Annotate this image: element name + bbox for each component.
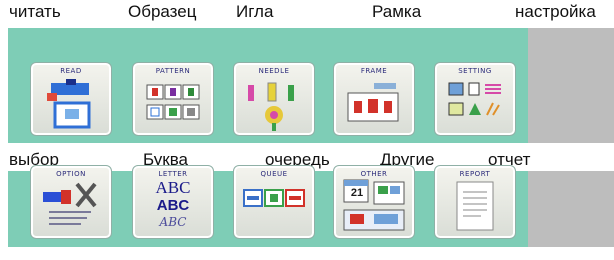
queue-icon bbox=[243, 189, 305, 207]
side-panel-bottom bbox=[528, 171, 614, 247]
read-icon bbox=[47, 79, 91, 129]
other-icon bbox=[343, 179, 405, 231]
option-icon bbox=[43, 182, 97, 225]
pattern-icon bbox=[146, 84, 200, 120]
read-button[interactable]: READ bbox=[30, 62, 112, 136]
other-calendar-number: 21 bbox=[350, 187, 364, 199]
pattern-button[interactable]: PATTERN bbox=[132, 62, 214, 136]
bottom-button-panel: OPTION LETTER ABC ABC ABC QUEUE OTHER 21… bbox=[8, 165, 528, 247]
queue-button[interactable]: QUEUE bbox=[233, 165, 315, 239]
letter-glyphs-line-3: ABC bbox=[159, 215, 187, 229]
letter-glyphs-line-2: ABC bbox=[156, 197, 190, 214]
caption-pattern: Образец bbox=[128, 2, 197, 21]
report-button[interactable]: REPORT bbox=[434, 165, 516, 239]
caption-frame: Рамка bbox=[372, 2, 422, 21]
top-button-panel: READ PATTERN NEEDLE FRAME SETTING bbox=[8, 28, 528, 143]
setting-button[interactable]: SETTING bbox=[434, 62, 516, 136]
other-button[interactable]: OTHER 21 bbox=[333, 165, 415, 239]
option-button[interactable]: OPTION bbox=[30, 165, 112, 239]
letter-button-label: LETTER bbox=[158, 170, 188, 178]
letter-glyphs-line-1: ABC bbox=[155, 178, 191, 197]
side-panel-top bbox=[528, 28, 614, 143]
needle-icon bbox=[248, 82, 294, 131]
needle-button[interactable]: NEEDLE bbox=[233, 62, 315, 136]
caption-setting: настройка bbox=[515, 2, 596, 21]
caption-needle: Игла bbox=[236, 2, 274, 21]
setting-icon bbox=[448, 82, 501, 116]
frame-icon bbox=[347, 83, 399, 122]
caption-read: читать bbox=[9, 2, 61, 21]
letter-button[interactable]: LETTER ABC ABC ABC bbox=[132, 165, 214, 239]
report-icon bbox=[456, 181, 494, 231]
frame-button[interactable]: FRAME bbox=[333, 62, 415, 136]
